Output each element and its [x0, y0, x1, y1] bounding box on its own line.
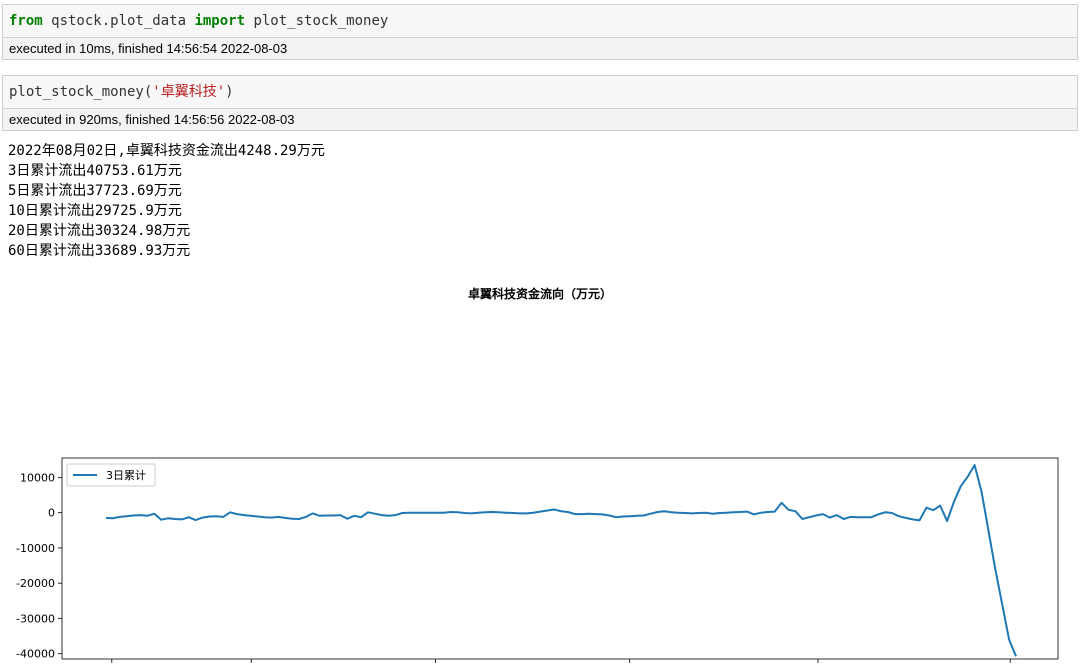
- y-tick-label: 10000: [20, 471, 55, 484]
- y-tick-label: -10000: [16, 542, 55, 555]
- y-tick-label: 0: [48, 507, 55, 520]
- plot-area-frame: [61, 457, 1059, 660]
- y-tick-label: -30000: [16, 612, 55, 625]
- series-line-3day: [105, 464, 1017, 657]
- y-tick-label: -20000: [16, 577, 55, 590]
- legend-label: 3日累计: [106, 469, 146, 482]
- y-tick-label: -40000: [16, 648, 55, 661]
- line-chart: 10000 0 -10000 -20000 -30000 -40000 3日累计: [16, 457, 1059, 663]
